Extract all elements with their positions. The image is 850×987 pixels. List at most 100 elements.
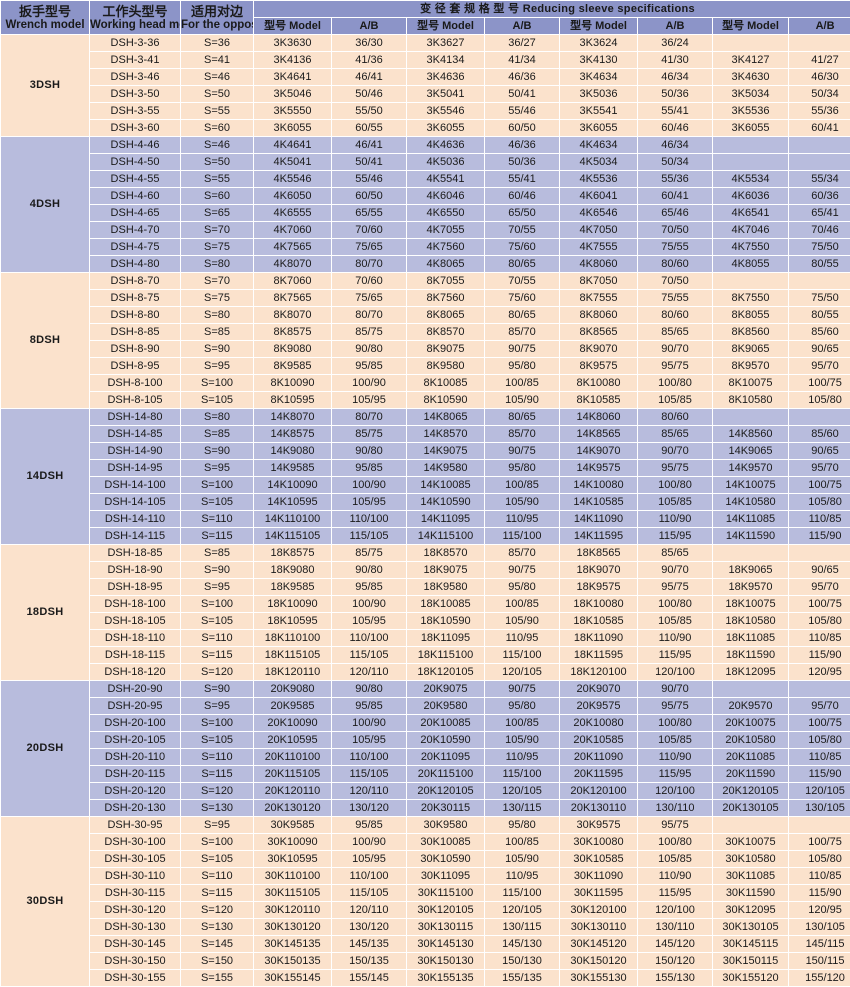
- cell-sleeve-model-3: 4K6546: [560, 205, 637, 221]
- cell-working-head-model: DSH-14-90: [90, 443, 180, 459]
- cell-sleeve-ab-3: 50/34: [638, 154, 712, 170]
- cell-sleeve-ab-1: 65/55: [332, 205, 406, 221]
- cell-sleeve-model-3: 20K10585: [560, 732, 637, 748]
- cell-sleeve-ab-2: 90/75: [485, 443, 559, 459]
- cell-sleeve-ab-4: [789, 273, 850, 289]
- cell-sleeve-ab-3: 95/75: [638, 817, 712, 833]
- cell-sleeve-model-3: 14K9575: [560, 460, 637, 476]
- cell-sleeve-ab-3: 115/95: [638, 885, 712, 901]
- table-row: 8DSH DSH-8-70 S=70 8K7060 70/60 8K7055 70/55 8K…: [1, 273, 850, 408]
- cell-sleeve-ab-2: 95/80: [485, 817, 559, 833]
- table-row: DSH-18-100 S=100 18K10090 100/90 18K10085 100…: [1, 596, 850, 612]
- cell-sleeve-model-2: 14K8570: [407, 426, 484, 442]
- table-row: DSH-30-150 S=150 30K150135 150/135 30K150130…: [1, 953, 850, 969]
- cell-sleeve-ab-1: 120/110: [332, 783, 406, 799]
- cell-sleeve-ab-3: 100/80: [638, 596, 712, 612]
- cell-sleeve-ab-2: 105/90: [485, 613, 559, 629]
- cell-sleeve-ab-4: 85/60: [789, 426, 850, 442]
- cell-sleeve-model-2: 30K11095: [407, 868, 484, 884]
- cell-for-the-opposite: S=115: [181, 528, 253, 544]
- table-row: DSH-18-110 S=110 18K110100 110/100 18K11095 1…: [1, 630, 850, 646]
- cell-sleeve-model-4: 30K130105: [713, 919, 788, 935]
- cell-sleeve-ab-2: 50/36: [485, 154, 559, 170]
- cell-for-the-opposite: S=110: [181, 749, 253, 765]
- cell-sleeve-ab-4: 150/115: [789, 953, 850, 969]
- cell-for-the-opposite: S=46: [181, 137, 253, 153]
- cell-sleeve-model-1: 8K9585: [254, 358, 331, 374]
- cell-sleeve-ab-2: 150/130: [485, 953, 559, 969]
- cell-sleeve-ab-4: 145/115: [789, 936, 850, 952]
- cell-working-head-model: DSH-8-105: [90, 392, 180, 408]
- cell-sleeve-model-2: 20K120105: [407, 783, 484, 799]
- cell-sleeve-ab-2: 65/50: [485, 205, 559, 221]
- cell-sleeve-model-4: 18K10580: [713, 613, 788, 629]
- cell-sleeve-ab-4: 105/80: [789, 392, 850, 408]
- table-header: 扳手型号 Wrench model 工作头型号 Working head mod…: [1, 1, 850, 34]
- cell-sleeve-ab-4: 120/95: [789, 902, 850, 918]
- cell-sleeve-model-1: 4K7060: [254, 222, 331, 238]
- cell-sleeve-ab-2: 55/41: [485, 171, 559, 187]
- cell-sleeve-ab-4: [789, 154, 850, 170]
- cell-sleeve-model-3: 4K5034: [560, 154, 637, 170]
- cell-sleeve-ab-3: 70/50: [638, 273, 712, 289]
- cell-sleeve-ab-1: 75/65: [332, 239, 406, 255]
- cell-sleeve-ab-1: 120/110: [332, 664, 406, 680]
- cell-sleeve-model-2: 18K10085: [407, 596, 484, 612]
- cell-sleeve-model-1: 30K150135: [254, 953, 331, 969]
- cell-for-the-opposite: S=100: [181, 834, 253, 850]
- cell-sleeve-model-2: 20K9580: [407, 698, 484, 714]
- cell-working-head-model: DSH-20-130: [90, 800, 180, 816]
- cell-sleeve-model-3: 30K150120: [560, 953, 637, 969]
- cell-sleeve-ab-1: 115/105: [332, 885, 406, 901]
- cell-sleeve-model-2: 14K115100: [407, 528, 484, 544]
- table-row: DSH-20-105 S=105 20K10595 105/95 20K10590 105…: [1, 732, 850, 748]
- cell-sleeve-model-3: 18K120100: [560, 664, 637, 680]
- group-label-4dsh: 4DSH: [1, 137, 89, 272]
- cell-sleeve-ab-1: 46/41: [332, 69, 406, 85]
- cell-sleeve-ab-2: 95/80: [485, 698, 559, 714]
- cell-working-head-model: DSH-20-120: [90, 783, 180, 799]
- cell-sleeve-ab-2: 120/105: [485, 902, 559, 918]
- cell-sleeve-ab-3: 100/80: [638, 477, 712, 493]
- cell-sleeve-ab-3: 36/24: [638, 35, 712, 51]
- cell-sleeve-ab-4: 130/105: [789, 919, 850, 935]
- table-row: DSH-20-130 S=130 20K130120 130/120 20K30115 1…: [1, 800, 850, 816]
- cell-sleeve-ab-4: 110/85: [789, 630, 850, 646]
- table-row: DSH-30-130 S=130 30K130120 130/120 30K130115…: [1, 919, 850, 935]
- table-row: DSH-20-95 S=95 20K9585 95/85 20K9580 95/80 20K…: [1, 698, 850, 714]
- cell-sleeve-ab-2: 85/70: [485, 324, 559, 340]
- cell-sleeve-ab-4: 55/34: [789, 171, 850, 187]
- cell-sleeve-model-1: 30K9585: [254, 817, 331, 833]
- cell-sleeve-model-4: [713, 273, 788, 289]
- cell-sleeve-model-4: 18K9570: [713, 579, 788, 595]
- cell-for-the-opposite: S=55: [181, 171, 253, 187]
- cell-sleeve-model-3: 30K145120: [560, 936, 637, 952]
- cell-for-the-opposite: S=80: [181, 409, 253, 425]
- cell-sleeve-ab-2: 110/95: [485, 511, 559, 527]
- cell-sleeve-ab-4: 105/80: [789, 732, 850, 748]
- cell-sleeve-ab-4: [789, 681, 850, 697]
- cell-sleeve-model-2: 4K5541: [407, 171, 484, 187]
- cell-working-head-model: DSH-3-41: [90, 52, 180, 68]
- cell-sleeve-model-3: 3K6055: [560, 120, 637, 136]
- cell-sleeve-model-2: 30K115100: [407, 885, 484, 901]
- cell-sleeve-model-4: 30K12095: [713, 902, 788, 918]
- cell-sleeve-ab-4: 80/55: [789, 256, 850, 272]
- table-row: DSH-30-100 S=100 30K10090 100/90 30K10085 100…: [1, 834, 850, 850]
- cell-sleeve-model-4: 20K130105: [713, 800, 788, 816]
- cell-sleeve-model-1: 3K3630: [254, 35, 331, 51]
- cell-sleeve-model-3: 30K10080: [560, 834, 637, 850]
- cell-sleeve-ab-1: 60/55: [332, 120, 406, 136]
- cell-for-the-opposite: S=95: [181, 817, 253, 833]
- cell-sleeve-ab-1: 130/120: [332, 919, 406, 935]
- cell-sleeve-ab-1: 90/80: [332, 681, 406, 697]
- table-row: DSH-20-110 S=110 20K110100 110/100 20K11095 1…: [1, 749, 850, 765]
- cell-sleeve-ab-4: 100/75: [789, 375, 850, 391]
- cell-sleeve-ab-2: 110/95: [485, 868, 559, 884]
- cell-sleeve-model-1: 18K9080: [254, 562, 331, 578]
- cell-working-head-model: DSH-18-110: [90, 630, 180, 646]
- cell-working-head-model: DSH-3-60: [90, 120, 180, 136]
- cell-working-head-model: DSH-18-120: [90, 664, 180, 680]
- cell-sleeve-ab-3: 75/55: [638, 290, 712, 306]
- table-row: DSH-14-105 S=105 14K10595 105/95 14K10590 105…: [1, 494, 850, 510]
